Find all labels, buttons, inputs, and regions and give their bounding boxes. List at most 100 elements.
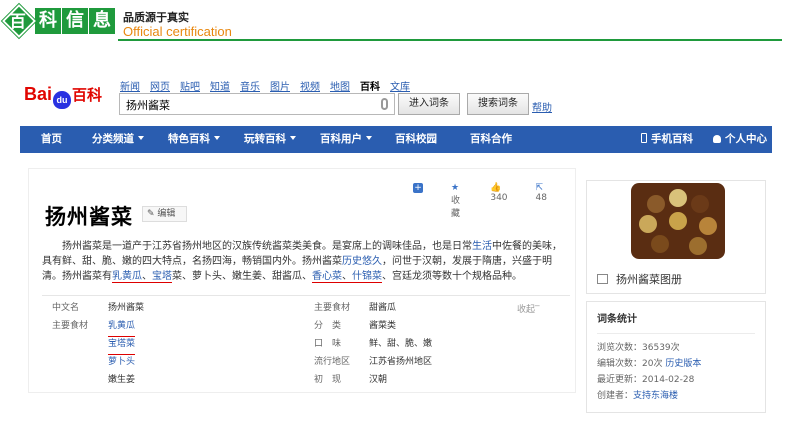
caret-down-icon bbox=[366, 136, 372, 140]
nav-fun[interactable]: 玩转百科 bbox=[244, 126, 296, 153]
search-input[interactable]: 扬州酱菜 bbox=[119, 93, 395, 115]
entry-toolbar: + ★ 收藏 👍340 ⇱ 48 bbox=[413, 183, 575, 219]
edit-button[interactable]: ✎ 编辑 bbox=[142, 206, 187, 222]
nav-mobile[interactable]: 手机百科 bbox=[641, 126, 693, 153]
stats-updated: 最近更新：2014-02-28 bbox=[597, 372, 755, 388]
add-button[interactable]: + bbox=[413, 183, 437, 219]
banner-tile: 科 bbox=[35, 8, 61, 34]
infobox-value-link[interactable]: 萝卜头 bbox=[108, 353, 135, 371]
stats-label: 浏览次数： bbox=[597, 343, 643, 353]
banner-tagline: 品质源于真实 bbox=[123, 11, 189, 24]
main-navbar: 首页 分类频道 特色百科 玩转百科 百科用户 百科校园 百科合作 手机百科 个人… bbox=[20, 126, 772, 153]
like-count: 340 bbox=[490, 193, 508, 203]
nav-campus[interactable]: 百科校园 bbox=[395, 126, 437, 153]
nav-link-zhidao[interactable]: 知道 bbox=[210, 78, 230, 93]
summary-text: 菜、萝卜头、嫩生姜、甜酱瓜、 bbox=[172, 271, 312, 282]
creator-link[interactable]: 支持东海楼 bbox=[633, 391, 678, 401]
stats-value: 20次 bbox=[642, 359, 663, 369]
infobox-row: 主要食材 乳黄瓜 分 类 酱菜类 bbox=[42, 317, 570, 337]
caret-down-icon bbox=[214, 136, 220, 140]
nav-users[interactable]: 百科用户 bbox=[320, 126, 372, 153]
help-link[interactable]: 帮助 bbox=[532, 99, 552, 114]
pickle-platter-image[interactable] bbox=[631, 183, 725, 259]
image-detail bbox=[651, 235, 669, 253]
nav-fun-label: 玩转百科 bbox=[244, 133, 286, 145]
entry-title: 扬州酱菜 bbox=[45, 205, 133, 229]
banner-divider bbox=[118, 39, 782, 41]
infobox-label: 中文名 bbox=[52, 303, 80, 313]
stats-label: 最近更新： bbox=[597, 375, 643, 385]
logo-text: Bai bbox=[24, 84, 53, 104]
like-button[interactable]: 👍340 bbox=[490, 183, 521, 219]
summary-link[interactable]: 宝塔 bbox=[152, 271, 172, 283]
summary-link[interactable]: 乳黄瓜 bbox=[112, 271, 142, 283]
summary-link[interactable]: 历史悠久 bbox=[342, 256, 382, 267]
infobox-label: 分 类 bbox=[314, 321, 342, 331]
infobox-label: 主要食材 bbox=[52, 321, 89, 331]
nav-link-tieba[interactable]: 贴吧 bbox=[180, 78, 200, 93]
nav-user-center[interactable]: 个人中心 bbox=[713, 126, 767, 153]
nav-user-center-label: 个人中心 bbox=[725, 133, 767, 145]
nav-home[interactable]: 首页 bbox=[41, 126, 62, 153]
favorite-label: 收藏 bbox=[451, 196, 461, 219]
infobox-row: 嫩生姜 初 现 汉朝 bbox=[42, 371, 570, 389]
summary-text: 扬州酱菜是一道产于江苏省扬州地区的汉族传统酱菜类美食。是宴席上的调味佳品，也是日… bbox=[62, 241, 472, 252]
history-link[interactable]: 历史版本 bbox=[665, 359, 701, 369]
infobox: 中文名 扬州酱菜 主要食材 甜酱瓜 主要食材 乳黄瓜 分 类 酱菜类 宝塔菜 口… bbox=[42, 299, 570, 389]
album-label: 扬州酱菜图册 bbox=[616, 273, 682, 286]
favorite-button[interactable]: ★ 收藏 bbox=[451, 183, 476, 219]
summary-link[interactable]: 什锦菜 bbox=[352, 271, 382, 283]
nav-featured[interactable]: 特色百科 bbox=[168, 126, 220, 153]
microphone-icon[interactable] bbox=[381, 98, 388, 110]
share-count: 48 bbox=[535, 193, 547, 203]
nav-link-baike[interactable]: 百科 bbox=[360, 78, 380, 93]
summary-text: 、 bbox=[142, 271, 152, 283]
summary-text: 、宫廷龙须等数十个规格品种。 bbox=[382, 271, 522, 282]
banner-tiles: 百 科 信 息 bbox=[2, 4, 116, 38]
nav-link-map[interactable]: 地图 bbox=[330, 78, 350, 93]
infobox-value-link[interactable]: 乳黄瓜 bbox=[108, 317, 136, 337]
nav-link-video[interactable]: 视频 bbox=[300, 78, 320, 93]
nav-link-images[interactable]: 图片 bbox=[270, 78, 290, 93]
nav-channels[interactable]: 分类频道 bbox=[92, 126, 144, 153]
stats-label: 创建者： bbox=[597, 391, 634, 401]
album-caption[interactable]: 扬州酱菜图册 bbox=[597, 271, 682, 287]
search-input-value: 扬州酱菜 bbox=[126, 99, 170, 112]
stats-value: 2014-02-28 bbox=[642, 375, 695, 385]
infobox-label: 主要食材 bbox=[314, 303, 351, 313]
site-header: Bai du 百科 新闻 网页 贴吧 知道 音乐 图片 视频 地图 百科 文库 扬州… bbox=[20, 60, 772, 124]
nav-featured-label: 特色百科 bbox=[168, 133, 210, 145]
banner-tile: 信 bbox=[62, 8, 88, 34]
summary-link[interactable]: 香心菜 bbox=[312, 271, 342, 283]
entry-summary: 扬州酱菜是一道产于江苏省扬州地区的汉族传统酱菜类美食。是宴席上的调味佳品，也是日… bbox=[42, 239, 570, 284]
sidebar: 扬州酱菜图册 词条统计 浏览次数：36539次 编辑次数：20次 历史版本 最近… bbox=[586, 180, 766, 413]
infobox-label: 初 现 bbox=[314, 375, 342, 385]
entry-content: + ★ 收藏 👍340 ⇱ 48 扬州酱菜 ✎ 编辑 扬州酱菜是一道产于江苏省扬… bbox=[28, 168, 576, 393]
stats-title: 词条统计 bbox=[597, 314, 637, 325]
image-detail bbox=[639, 215, 657, 233]
entry-stats: 词条统计 浏览次数：36539次 编辑次数：20次 历史版本 最近更新：2014… bbox=[586, 301, 766, 413]
logo-baike: 百科 bbox=[72, 87, 103, 104]
search-entry-button[interactable]: 搜索词条 bbox=[467, 93, 529, 115]
share-button[interactable]: ⇱ 48 bbox=[536, 183, 561, 219]
image-detail bbox=[669, 189, 687, 207]
nav-link-news[interactable]: 新闻 bbox=[120, 78, 140, 93]
nav-link-web[interactable]: 网页 bbox=[150, 78, 170, 93]
enter-entry-button[interactable]: 进入词条 bbox=[398, 93, 460, 115]
baidu-logo[interactable]: Bai du 百科 bbox=[24, 84, 102, 109]
nav-link-wenku[interactable]: 文库 bbox=[390, 78, 410, 93]
infobox-value-link[interactable]: 宝塔菜 bbox=[108, 335, 136, 355]
image-detail bbox=[647, 195, 665, 213]
mobile-icon bbox=[641, 133, 647, 143]
nav-cooperation[interactable]: 百科合作 bbox=[470, 126, 512, 153]
nav-link-music[interactable]: 音乐 bbox=[240, 78, 260, 93]
stats-views: 浏览次数：36539次 bbox=[597, 340, 755, 356]
summary-link[interactable]: 生活 bbox=[472, 241, 492, 252]
infobox-value: 江苏省扬州地区 bbox=[369, 357, 433, 367]
thumbs-up-icon: 👍 bbox=[490, 183, 502, 193]
album-card[interactable]: 扬州酱菜图册 bbox=[586, 180, 766, 294]
nav-users-label: 百科用户 bbox=[320, 133, 362, 145]
edit-label: 编辑 bbox=[157, 209, 176, 219]
banner-tile: 息 bbox=[89, 8, 115, 34]
image-detail bbox=[689, 237, 707, 255]
